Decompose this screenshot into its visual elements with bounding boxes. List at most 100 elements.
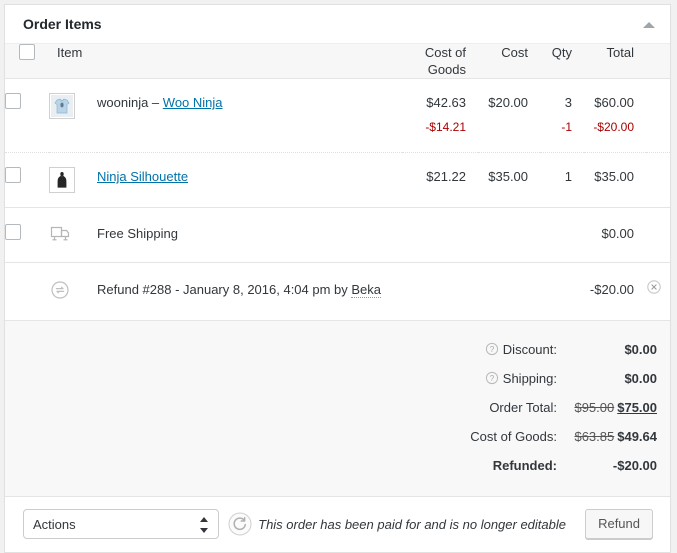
product-name-cell: wooninja – Woo Ninja bbox=[97, 78, 403, 153]
column-header-actions bbox=[646, 44, 671, 79]
cost-refund-spacer bbox=[478, 113, 528, 138]
totals-row-order-total: Order Total: $95.00 $75.00 bbox=[470, 393, 657, 422]
cell-cost: $20.00 bbox=[478, 78, 541, 153]
hoodie-thumbnail bbox=[49, 167, 75, 193]
column-header-total: Total bbox=[584, 44, 647, 79]
cell-cost: $35.00 bbox=[478, 152, 541, 208]
chevron-down-glyph bbox=[200, 528, 208, 533]
product-link[interactable]: Ninja Silhouette bbox=[97, 169, 188, 184]
row-select-cell bbox=[5, 152, 49, 208]
triangle-up-glyph bbox=[643, 22, 655, 28]
select-all-cell bbox=[5, 44, 49, 79]
totals-value-cell: $63.85 $49.64 bbox=[557, 422, 657, 451]
product-thumbnail-cell bbox=[49, 78, 97, 153]
select-all-checkbox[interactable] bbox=[19, 44, 35, 60]
cost-value: $20.00 bbox=[488, 95, 529, 110]
shipping-qty-cell bbox=[540, 207, 585, 263]
shipping-cost-cell bbox=[478, 207, 541, 263]
order-items-table: Item Cost of Goods Cost Qty Total woonin… bbox=[5, 44, 671, 321]
totals-row-discount: ? Discount: $0.00 bbox=[470, 335, 657, 364]
table-body: wooninja – Woo Ninja $42.63 -$14.21 $20.… bbox=[5, 78, 671, 321]
column-header-cost-of-goods: Cost of Goods bbox=[402, 44, 479, 79]
totals-label-cell: ? Discount: bbox=[470, 335, 557, 364]
chevron-up-glyph bbox=[200, 517, 208, 522]
order-items-panel: Order Items Item Cost of Goods Cost Qty … bbox=[4, 4, 671, 553]
row-select-cell bbox=[5, 78, 49, 153]
totals-label-cell: ? Shipping: bbox=[470, 364, 557, 393]
totals-label: Shipping: bbox=[502, 371, 557, 386]
shipping-actions-cell bbox=[646, 207, 671, 263]
totals-value: $0.00 bbox=[624, 371, 657, 386]
order-totals-table: ? Discount: $0.00 ? Shipping: $0.00 Orde… bbox=[470, 335, 657, 480]
refund-circle-icon bbox=[49, 279, 97, 304]
row-actions-cell bbox=[646, 152, 671, 208]
cost-of-goods-value: $42.63 bbox=[426, 95, 467, 110]
totals-value: $49.64 bbox=[617, 429, 657, 444]
cell-cost-of-goods: $21.22 bbox=[402, 152, 479, 208]
refund-actions-cell bbox=[646, 262, 671, 321]
totals-label: Refunded: bbox=[492, 458, 557, 473]
cell-total: $60.00 -$20.00 bbox=[584, 78, 647, 153]
totals-row-shipping: ? Shipping: $0.00 bbox=[470, 364, 657, 393]
row-checkbox[interactable] bbox=[5, 167, 21, 183]
product-link[interactable]: Woo Ninja bbox=[163, 95, 223, 110]
totals-value: $75.00 bbox=[617, 400, 657, 415]
delete-circle-x-icon[interactable] bbox=[646, 279, 662, 295]
table-header: Item Cost of Goods Cost Qty Total bbox=[5, 44, 671, 79]
totals-label: Cost of Goods: bbox=[470, 429, 557, 444]
refund-spacer-cell bbox=[5, 262, 49, 321]
shipping-cost-of-goods-cell bbox=[402, 207, 479, 263]
shipping-truck-icon bbox=[49, 224, 75, 246]
actions-select-value: Actions bbox=[33, 517, 76, 532]
actions-select[interactable]: Actions bbox=[23, 509, 219, 539]
svg-text:?: ? bbox=[490, 374, 495, 383]
column-header-cost: Cost bbox=[478, 44, 541, 79]
totals-value: -$20.00 bbox=[612, 458, 657, 473]
refund-description: Refund #288 - January 8, 2016, 4:04 pm b… bbox=[97, 262, 585, 321]
row-select-cell bbox=[5, 207, 49, 263]
order-totals-section: ? Discount: $0.00 ? Shipping: $0.00 Orde… bbox=[5, 321, 670, 497]
shipping-row: Free Shipping $0.00 bbox=[5, 207, 671, 263]
product-sku-prefix: wooninja – bbox=[97, 95, 163, 110]
svg-text:?: ? bbox=[490, 345, 495, 354]
totals-label: Order Total: bbox=[489, 400, 557, 415]
cell-qty: 3 -1 bbox=[540, 78, 585, 153]
totals-value: $0.00 bbox=[624, 342, 657, 357]
help-icon[interactable]: ? bbox=[485, 342, 499, 356]
refund-author[interactable]: Beka bbox=[351, 282, 382, 298]
qty-refund: -1 bbox=[561, 120, 573, 134]
tshirt-thumbnail bbox=[49, 93, 75, 119]
totals-label: Discount: bbox=[502, 342, 557, 357]
table-row: wooninja – Woo Ninja $42.63 -$14.21 $20.… bbox=[5, 78, 671, 153]
column-header-item-label: Item bbox=[57, 45, 83, 60]
cell-qty: 1 bbox=[540, 152, 585, 208]
totals-row-refunded: Refunded: -$20.00 bbox=[470, 451, 657, 480]
row-checkbox[interactable] bbox=[5, 224, 21, 240]
triangle-up-icon[interactable] bbox=[642, 18, 656, 32]
page-title: Order Items bbox=[23, 16, 102, 32]
refund-row: Refund #288 - January 8, 2016, 4:04 pm b… bbox=[5, 262, 671, 321]
refund-button[interactable]: Refund bbox=[585, 509, 653, 539]
refresh-circle-icon[interactable] bbox=[227, 511, 253, 537]
table-header-row: Item Cost of Goods Cost Qty Total bbox=[5, 44, 671, 79]
shipping-icon-cell bbox=[49, 207, 97, 263]
order-locked-note: This order has been paid for and is no l… bbox=[258, 517, 566, 532]
help-icon[interactable]: ? bbox=[485, 371, 499, 385]
order-items-toolbar: Actions This order has been paid for and… bbox=[5, 497, 670, 552]
column-header-qty: Qty bbox=[540, 44, 585, 79]
row-checkbox[interactable] bbox=[5, 93, 21, 109]
cell-total: $35.00 bbox=[584, 152, 647, 208]
cost-of-goods-refund: -$14.21 bbox=[425, 120, 467, 134]
row-actions-cell bbox=[646, 78, 671, 153]
refund-amount: -$20.00 bbox=[584, 262, 647, 321]
table-row: Ninja Silhouette $21.22 $35.00 1 $35.00 bbox=[5, 152, 671, 208]
totals-row-cost-of-goods: Cost of Goods: $63.85 $49.64 bbox=[470, 422, 657, 451]
total-refund: -$20.00 bbox=[593, 120, 635, 134]
qty-value: 3 bbox=[564, 95, 573, 110]
shipping-total: $0.00 bbox=[584, 207, 647, 263]
total-value: $60.00 bbox=[594, 95, 635, 110]
chevron-updown-icon bbox=[200, 517, 209, 533]
column-header-item: Item bbox=[49, 44, 403, 79]
totals-old-value: $63.85 bbox=[574, 429, 615, 444]
totals-old-value: $95.00 bbox=[574, 400, 615, 415]
